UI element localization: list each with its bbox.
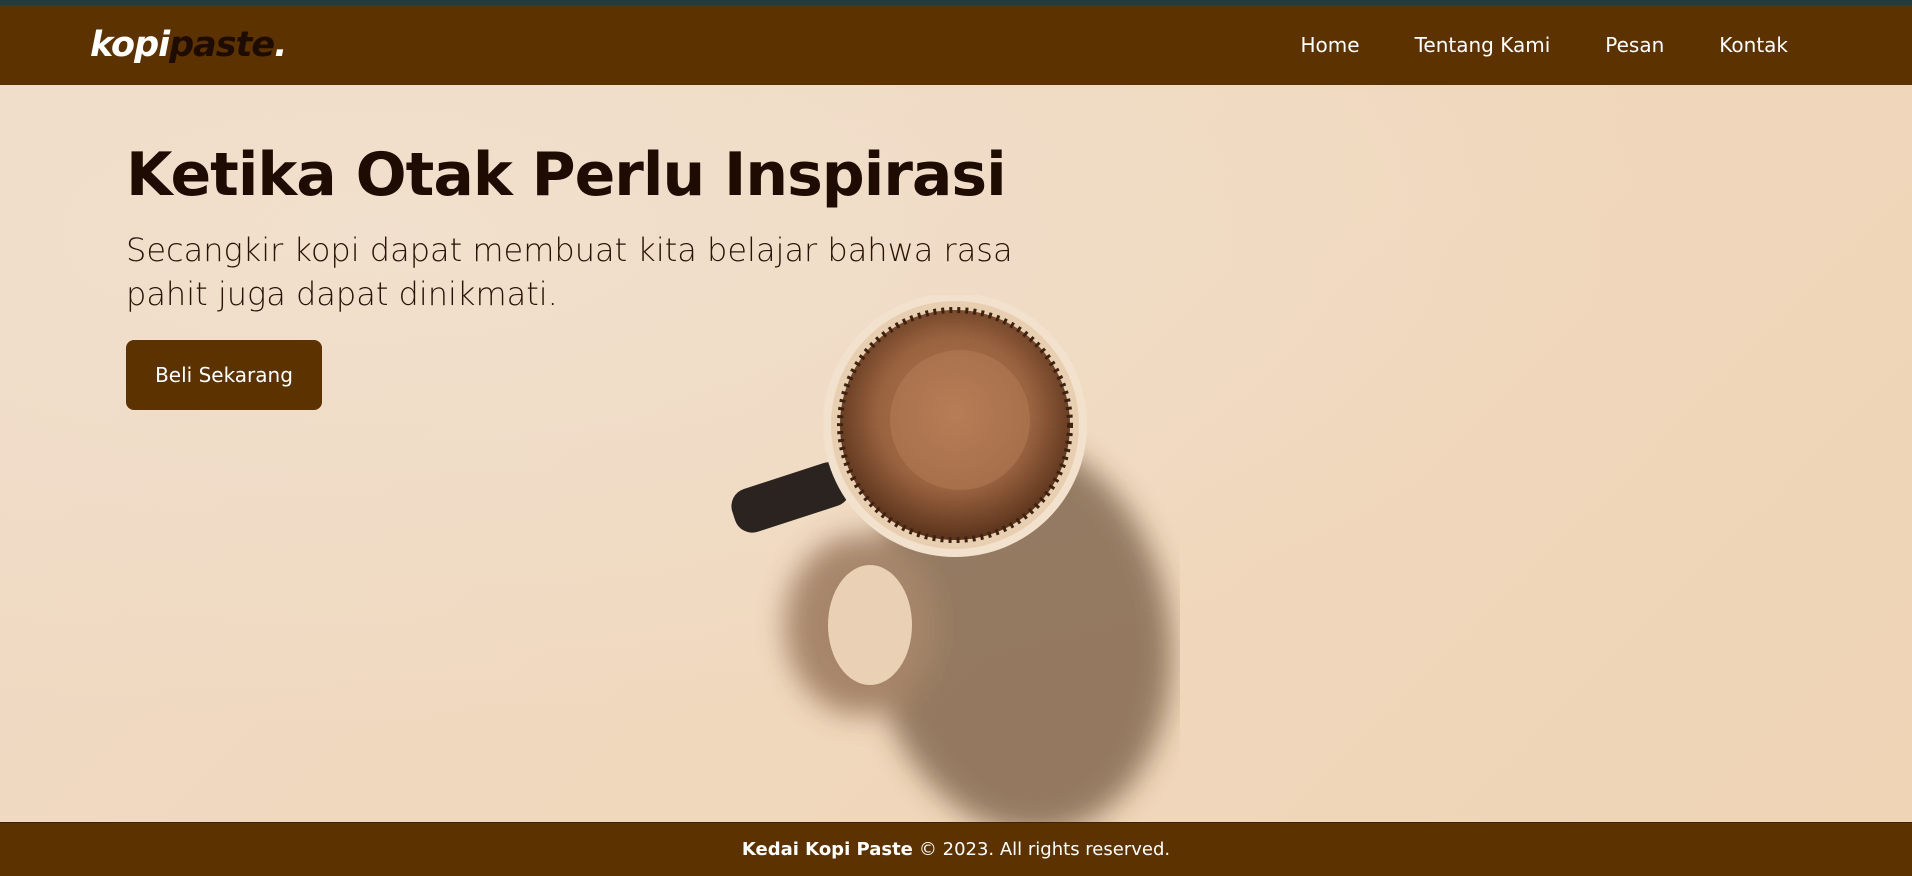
logo-paste: paste [169,25,275,65]
nav-pesan[interactable]: Pesan [1605,33,1664,57]
nav-tentang-kami[interactable]: Tentang Kami [1415,33,1551,57]
logo-dot: . [274,25,287,65]
nav-kontak[interactable]: Kontak [1719,33,1788,57]
main-nav: Home Tentang Kami Pesan Kontak [1301,33,1788,57]
buy-now-button[interactable]: Beli Sekarang [126,340,322,410]
footer-copyright: © 2023. All rights reserved. [918,839,1171,860]
hero-subtitle: Secangkir kopi dapat membuat kita belaja… [126,231,1013,313]
hero-content: Ketika Otak Perlu Inspirasi Secangkir ko… [126,140,1026,410]
footer: Kedai Kopi Paste © 2023. All rights rese… [0,822,1912,876]
hero-section: Ketika Otak Perlu Inspirasi Secangkir ko… [0,85,1912,822]
hero-title: Ketika Otak Perlu Inspirasi [126,140,1007,210]
navbar: kopipaste. Home Tentang Kami Pesan Konta… [0,5,1912,85]
logo[interactable]: kopipaste. [90,25,287,65]
footer-brand: Kedai Kopi Paste [741,839,913,860]
nav-home[interactable]: Home [1301,33,1360,57]
logo-kopi: kopi [90,25,170,65]
